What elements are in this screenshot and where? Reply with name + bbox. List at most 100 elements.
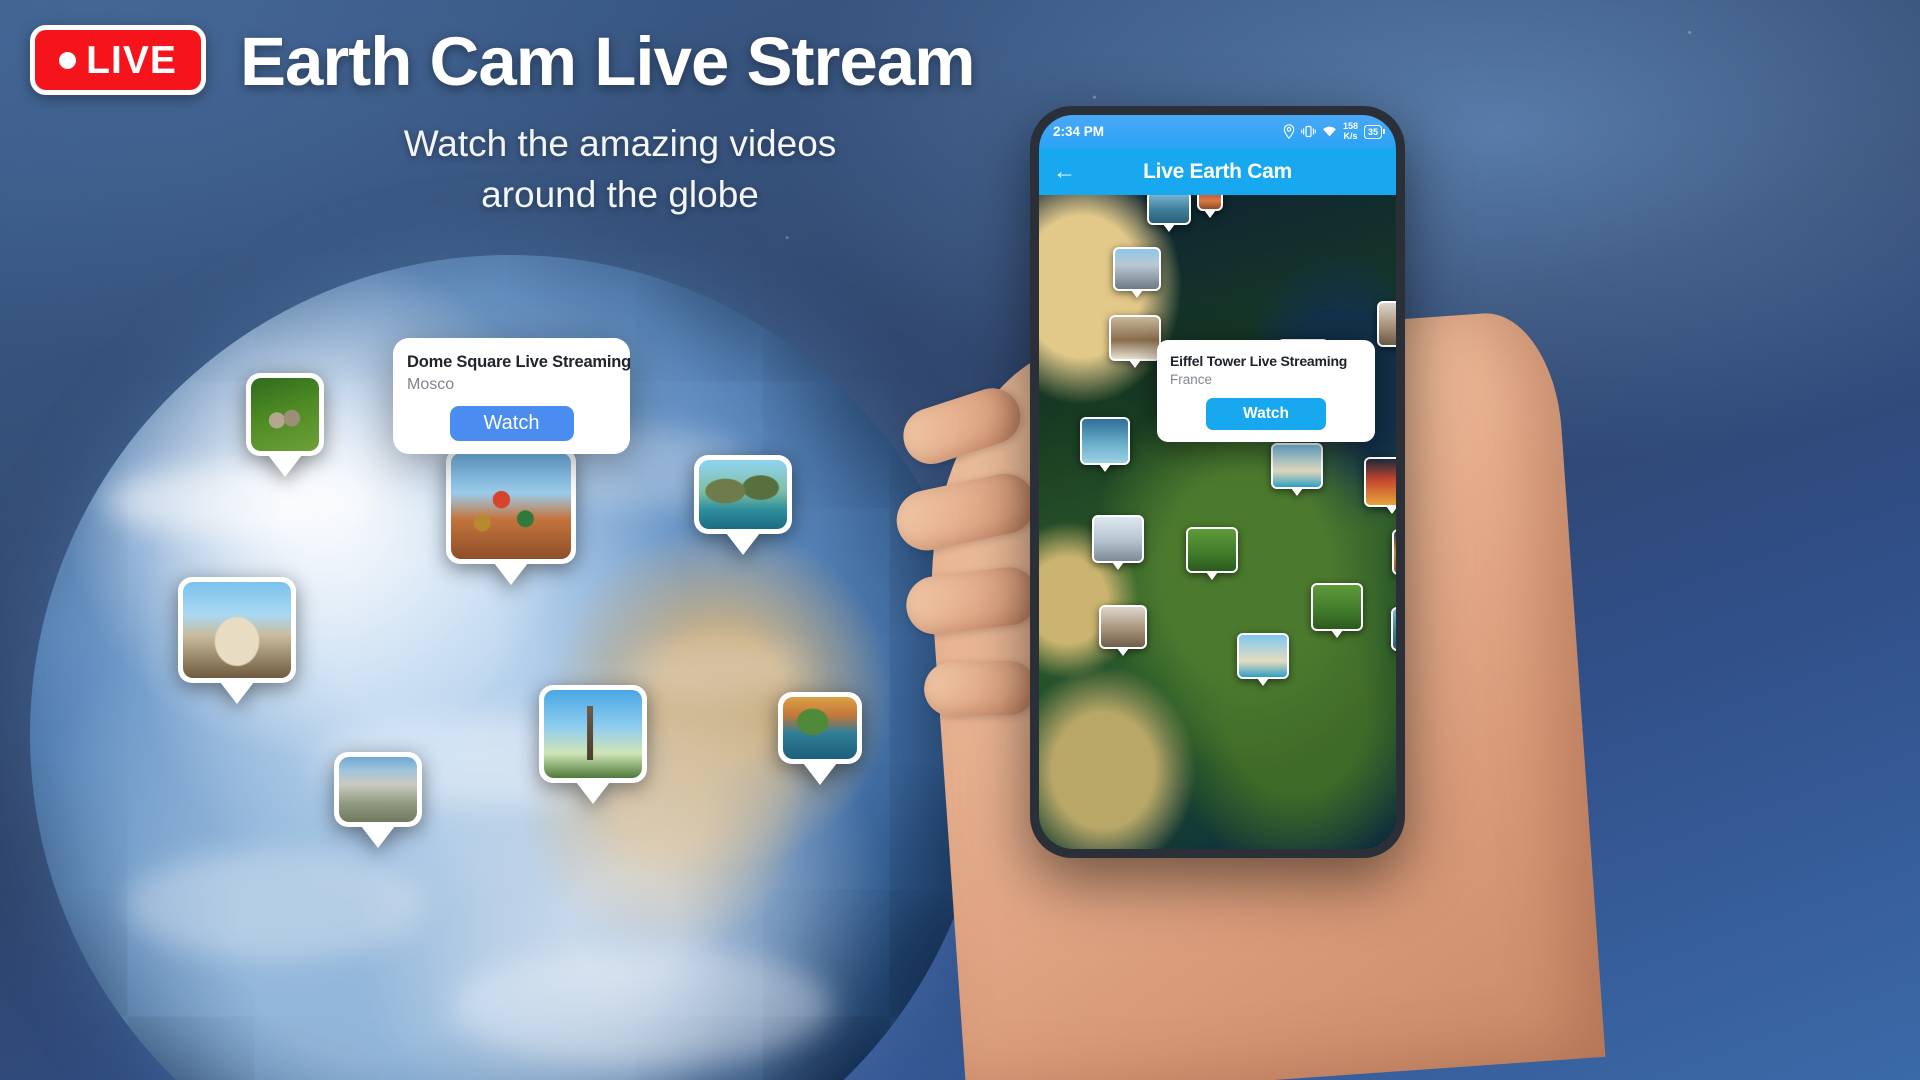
map-pin-frame (1197, 195, 1223, 211)
map-pin-tail (1291, 488, 1303, 496)
map-pin-thumbnail (1393, 609, 1396, 649)
map-pin-harbor[interactable] (1147, 195, 1191, 232)
phone-callout-card[interactable]: Eiffel Tower Live Streaming France Watch (1157, 340, 1375, 442)
pin-thumbnail (699, 460, 787, 529)
map-pin-thumbnail (1082, 419, 1128, 463)
phone-app-bar: ← Live Earth Cam (1039, 148, 1396, 195)
map-pin-frame (1271, 443, 1323, 489)
pin-tail (361, 826, 395, 848)
pin-frame (178, 577, 296, 683)
map-pin-xmas[interactable] (1364, 457, 1396, 514)
map-pin-tail (1257, 678, 1269, 686)
pin-thumbnail (783, 697, 857, 759)
map-pin-frame (1311, 583, 1363, 631)
pin-airport[interactable] (334, 752, 422, 848)
location-pin-icon (1283, 124, 1295, 139)
pin-tail (576, 782, 610, 804)
pin-venice[interactable] (178, 577, 296, 704)
pin-frame (446, 448, 576, 564)
pin-tail (268, 455, 302, 477)
pin-frame (694, 455, 792, 534)
map-pin-karst[interactable] (1311, 583, 1363, 638)
map-pin-tail (1129, 360, 1141, 368)
map-pin-tail (1331, 630, 1343, 638)
pin-tail (803, 763, 837, 785)
globe-callout-location: Mosco (407, 376, 455, 393)
map-pin-tail (1112, 562, 1124, 570)
map-pin-thumbnail (1101, 607, 1145, 647)
map-pin-frame (1364, 457, 1396, 507)
map-pin-thumbnail (1379, 303, 1396, 345)
map-pin-thumbnail (1188, 529, 1236, 571)
pin-tail (726, 533, 760, 555)
app-title: Live Earth Cam (1143, 159, 1292, 183)
map-pin-thumbnail (1273, 445, 1321, 487)
map-pin-thumbnail (1199, 195, 1221, 209)
map-pin-thumbnail (1394, 531, 1396, 573)
map-pin-village[interactable] (1099, 605, 1147, 656)
map-pin-frame (1391, 607, 1396, 651)
map-pin-frame (1392, 529, 1396, 575)
pin-tail (494, 563, 528, 585)
pin-krabi[interactable] (694, 455, 792, 555)
status-icons: 158 K/s 35 (1283, 121, 1385, 141)
live-dot-icon (59, 51, 77, 69)
map-pin-wheel[interactable] (1392, 529, 1396, 582)
map-pin-thumbnail (1366, 459, 1396, 505)
map-pin-frame (1147, 195, 1191, 225)
map-pin-temple[interactable] (1197, 195, 1223, 218)
page-title: Earth Cam Live Stream (240, 23, 975, 100)
pin-birds[interactable] (246, 373, 324, 477)
map-pin-town[interactable] (1186, 527, 1238, 580)
pin-basil[interactable] (446, 448, 576, 585)
pin-eiffel[interactable] (539, 685, 647, 804)
back-arrow-icon[interactable]: ← (1053, 160, 1076, 183)
map-pin-island[interactable] (1237, 633, 1289, 686)
globe-callout-title: Dome Square Live Streaming (407, 353, 632, 371)
map-pin-alps[interactable] (1109, 315, 1161, 368)
map-pin-beach[interactable] (1271, 443, 1323, 496)
map-pin-frame (1099, 605, 1147, 649)
page-subtitle: Watch the amazing videos around the glob… (240, 118, 1000, 220)
phone-watch-button[interactable]: Watch (1206, 398, 1326, 430)
pin-thumbnail (251, 378, 319, 451)
globe-watch-button[interactable]: Watch (449, 406, 574, 441)
map-pin-tail (1386, 506, 1396, 514)
data-rate-indicator: 158 K/s (1343, 121, 1358, 141)
map-pin-sea[interactable] (1080, 417, 1130, 472)
satellite-map[interactable]: Eiffel Tower Live Streaming France Watch (1039, 195, 1396, 849)
pin-frame (334, 752, 422, 827)
vibrate-icon (1301, 125, 1316, 138)
data-rate-unit: K/s (1343, 130, 1358, 141)
map-pin-thumbnail (1239, 635, 1287, 677)
pin-frame (778, 692, 862, 764)
map-pin-tail (1204, 210, 1216, 218)
pin-thumbnail (451, 453, 571, 559)
phone-screen: 2:34 PM 158 K/s 35 ← Live Earth Cam Eiff… (1039, 115, 1396, 849)
pin-thumbnail (183, 582, 291, 678)
map-pin-snow[interactable] (1092, 515, 1144, 570)
map-pin-thumbnail (1313, 585, 1361, 629)
pin-frame (539, 685, 647, 783)
pin-thumbnail (339, 757, 417, 822)
live-badge-label: LIVE (86, 38, 177, 82)
map-pin-tail (1131, 290, 1143, 298)
map-pin-frame (1080, 417, 1130, 465)
phone-status-bar: 2:34 PM 158 K/s 35 (1039, 115, 1396, 148)
map-pin-thumbnail (1115, 249, 1159, 289)
globe-callout-card[interactable]: Dome Square Live Streaming Mosco Watch (393, 338, 632, 454)
map-pin-tail (1117, 648, 1129, 656)
map-pin-frame (1109, 315, 1161, 361)
pin-tail (220, 682, 254, 704)
wifi-icon (1323, 126, 1336, 136)
map-pin-harbor2[interactable] (1391, 607, 1396, 658)
phone-callout-location: France (1170, 372, 1213, 387)
map-pin-market[interactable] (1377, 301, 1396, 354)
map-pin-thumbnail (1094, 517, 1142, 561)
phone-device: 2:34 PM 158 K/s 35 ← Live Earth Cam Eiff… (1030, 106, 1405, 858)
subtitle-line-2: around the globe (481, 174, 759, 216)
map-pin-tail (1206, 572, 1218, 580)
map-pin-city1[interactable] (1113, 247, 1161, 298)
pin-portofino[interactable] (778, 692, 862, 785)
live-badge: LIVE (30, 25, 206, 95)
